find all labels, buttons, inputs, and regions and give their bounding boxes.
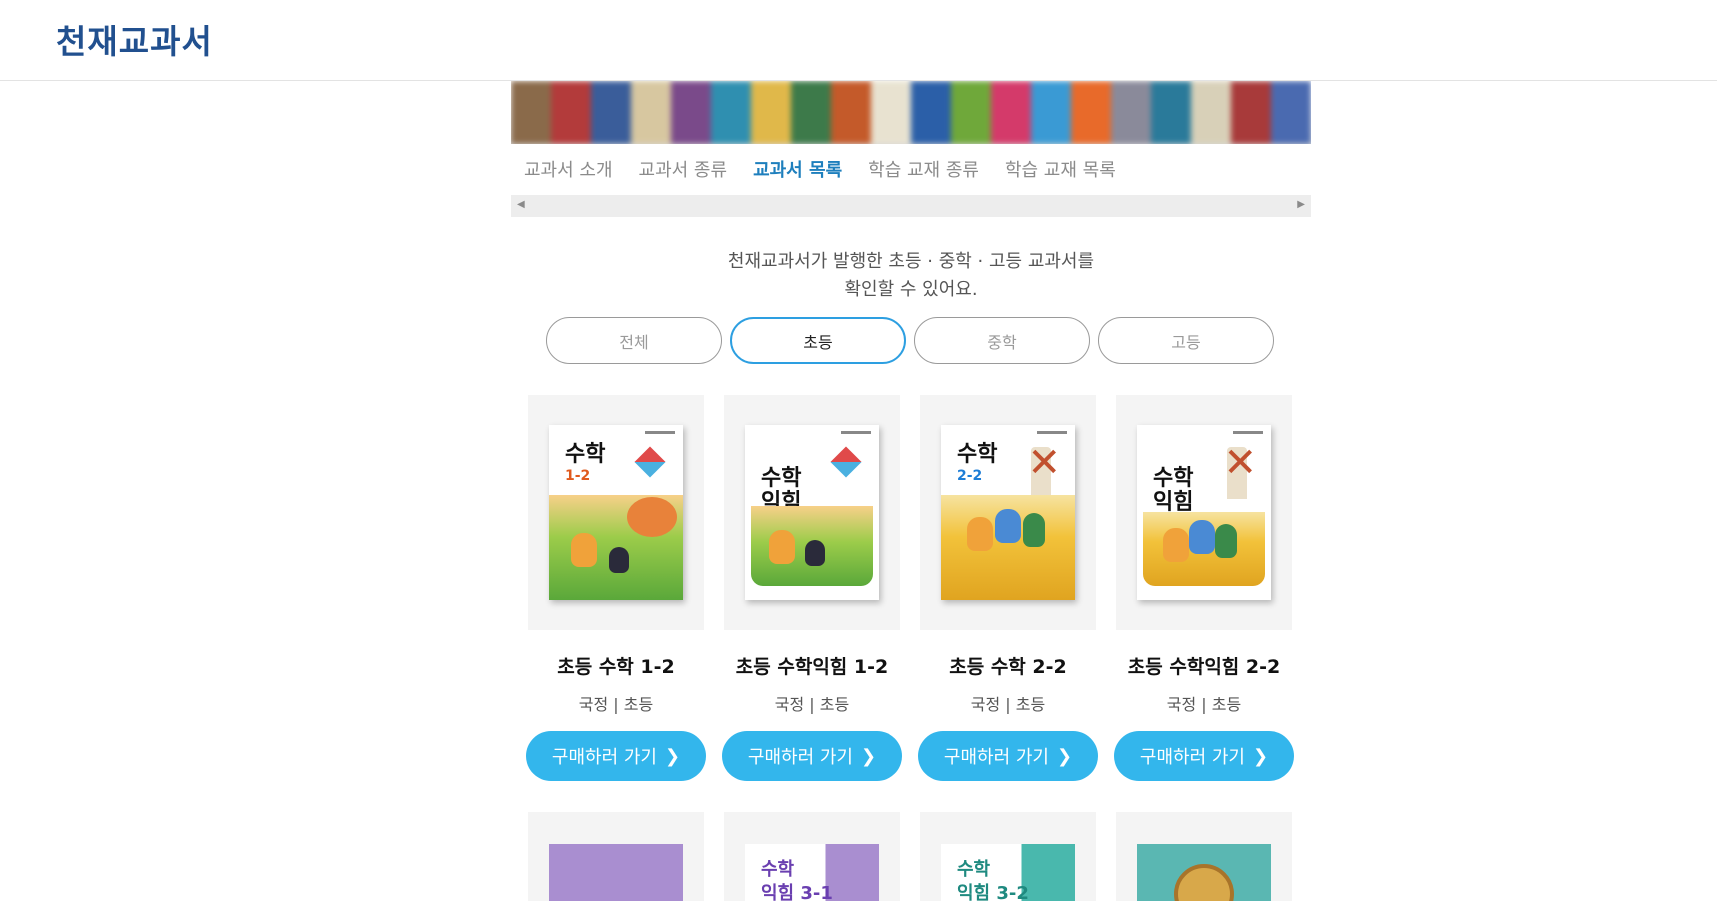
tab-study-material-list[interactable]: 학습 교재 목록 — [1005, 156, 1116, 182]
cover-title: 수학 — [565, 442, 606, 467]
book-title[interactable]: 초등 수학 2-2 — [949, 652, 1066, 679]
cover-title: 수학 익힘 3-2 — [957, 859, 1029, 901]
intro-line-1: 천재교과서가 발행한 초등 · 중학 · 고등 교과서를 — [727, 251, 1095, 272]
triangle-left-icon[interactable]: ◀ — [517, 199, 525, 210]
book-thumbnail[interactable]: 수학 익힘 2-2 ✕ — [1116, 395, 1292, 630]
banner-bookshelf-image — [511, 81, 1311, 144]
buy-button-label: 구매하러 가기 — [551, 747, 657, 768]
tab-textbook-intro[interactable]: 교과서 소개 — [524, 156, 613, 182]
filter-all-button[interactable]: 전체 — [546, 317, 722, 364]
textbook-card — [528, 812, 704, 901]
textbook-grid-row-2: 수학 익힘 3-1 수학 익힘 3-2 — [528, 812, 1292, 901]
textbook-card: 수학 익힘 3-1 — [724, 812, 900, 901]
intro-line-2: 확인할 수 있어요. — [844, 279, 978, 300]
cover-grade: 2-2 — [957, 468, 983, 484]
penguin-character — [609, 547, 629, 573]
book-title[interactable]: 초등 수학익힘 1-2 — [736, 652, 888, 679]
buy-button[interactable]: 구매하러 가기 ❯ — [1114, 731, 1294, 781]
book-cover-image — [1137, 844, 1271, 901]
book-title[interactable]: 초등 수학익힘 2-2 — [1128, 652, 1280, 679]
cover-title: 수학 익힘 — [1153, 466, 1194, 515]
buy-button[interactable]: 구매하러 가기 ❯ — [918, 731, 1098, 781]
book-cover-image: 수학 익힘 1-2 — [745, 425, 879, 600]
kite-icon — [634, 446, 666, 478]
textbook-card: 수학 익힘 3-2 — [920, 812, 1096, 901]
book-cover-image: 수학 1-2 — [549, 425, 683, 600]
penguin-character — [805, 540, 825, 566]
filter-elementary-button[interactable]: 초등 — [730, 317, 906, 364]
chevron-right-icon: ❯ — [861, 745, 877, 767]
buy-button[interactable]: 구매하러 가기 ❯ — [526, 731, 706, 781]
kite-icon — [830, 446, 862, 478]
buy-button[interactable]: 구매하러 가기 ❯ — [722, 731, 902, 781]
book-cover-image: 수학 익힘 3-2 — [941, 844, 1075, 901]
logo-text: 천재교과서 — [56, 22, 213, 61]
tabs-horizontal-scrollbar[interactable]: ◀ ▶ — [511, 195, 1311, 217]
tab-textbook-types[interactable]: 교과서 종류 — [639, 156, 728, 182]
penguin-character — [1215, 524, 1237, 558]
book-thumbnail[interactable]: 수학 익힘 1-2 — [724, 395, 900, 630]
penguin-character — [1023, 513, 1045, 547]
book-cover-image — [549, 844, 683, 901]
book-meta: 국정 | 초등 — [1166, 695, 1242, 714]
site-logo[interactable]: 천재교과서 — [56, 14, 213, 64]
boy-character — [995, 509, 1021, 543]
buy-button-label: 구매하러 가기 — [943, 747, 1049, 768]
book-title[interactable]: 초등 수학 1-2 — [557, 652, 674, 679]
intro-text: 천재교과서가 발행한 초등 · 중학 · 고등 교과서를 확인할 수 있어요. — [611, 248, 1211, 304]
book-thumbnail[interactable]: 수학 2-2 ✕ — [920, 395, 1096, 630]
book-meta: 국정 | 초등 — [970, 695, 1046, 714]
tiger-character — [967, 517, 993, 551]
buy-button-label: 구매하러 가기 — [1139, 747, 1245, 768]
chevron-right-icon: ❯ — [1057, 745, 1073, 767]
book-thumbnail[interactable]: 수학 익힘 3-1 — [724, 812, 900, 901]
book-cover-image: 수학 익힘 3-1 — [745, 844, 879, 901]
buy-button-label: 구매하러 가기 — [747, 747, 853, 768]
cover-title: 수학 — [957, 442, 998, 467]
tiger-character — [1163, 528, 1189, 562]
chevron-right-icon: ❯ — [1253, 745, 1269, 767]
textbook-grid: 수학 1-2 초등 수학 1-2 국정 | 초등 구매하러 가기 ❯ 수학 익힘… — [526, 395, 1294, 781]
book-meta: 국정 | 초등 — [578, 695, 654, 714]
filter-high-button[interactable]: 고등 — [1098, 317, 1274, 364]
book-cover-image: 수학 2-2 ✕ — [941, 425, 1075, 600]
site-header: 천재교과서 — [0, 0, 1717, 81]
level-filter-group: 전체 초등 중학 고등 — [546, 317, 1274, 364]
textbook-card: 수학 1-2 초등 수학 1-2 국정 | 초등 구매하러 가기 ❯ — [526, 395, 706, 781]
sub-navigation-tabs: 교과서 소개 교과서 종류 교과서 목록 학습 교재 종류 학습 교재 목록 — [511, 144, 1311, 194]
cover-title: 수학 익힘 3-1 — [761, 859, 833, 901]
cover-grade: 1-2 — [565, 468, 591, 484]
filter-middle-button[interactable]: 중학 — [914, 317, 1090, 364]
hero-banner — [511, 81, 1311, 144]
textbook-card: 수학 2-2 ✕ 초등 수학 2-2 국정 | 초등 구매하러 가기 ❯ — [918, 395, 1098, 781]
tab-study-material-types[interactable]: 학습 교재 종류 — [868, 156, 979, 182]
tab-textbook-list[interactable]: 교과서 목록 — [753, 156, 842, 182]
tiger-character — [571, 533, 597, 567]
triangle-right-icon[interactable]: ▶ — [1297, 199, 1305, 210]
textbook-card: 수학 익힘 2-2 ✕ 초등 수학익힘 2-2 국정 | 초등 구매하러 가기 … — [1114, 395, 1294, 781]
chevron-right-icon: ❯ — [665, 745, 681, 767]
book-thumbnail[interactable] — [1116, 812, 1292, 901]
book-thumbnail[interactable] — [528, 812, 704, 901]
boy-character — [1189, 520, 1215, 554]
textbook-card: 수학 익힘 1-2 초등 수학익힘 1-2 국정 | 초등 구매하러 가기 ❯ — [722, 395, 902, 781]
book-meta: 국정 | 초등 — [774, 695, 850, 714]
tiger-character — [769, 530, 795, 564]
book-cover-image: 수학 익힘 2-2 ✕ — [1137, 425, 1271, 600]
book-thumbnail[interactable]: 수학 1-2 — [528, 395, 704, 630]
textbook-card — [1116, 812, 1292, 901]
book-thumbnail[interactable]: 수학 익힘 3-2 — [920, 812, 1096, 901]
